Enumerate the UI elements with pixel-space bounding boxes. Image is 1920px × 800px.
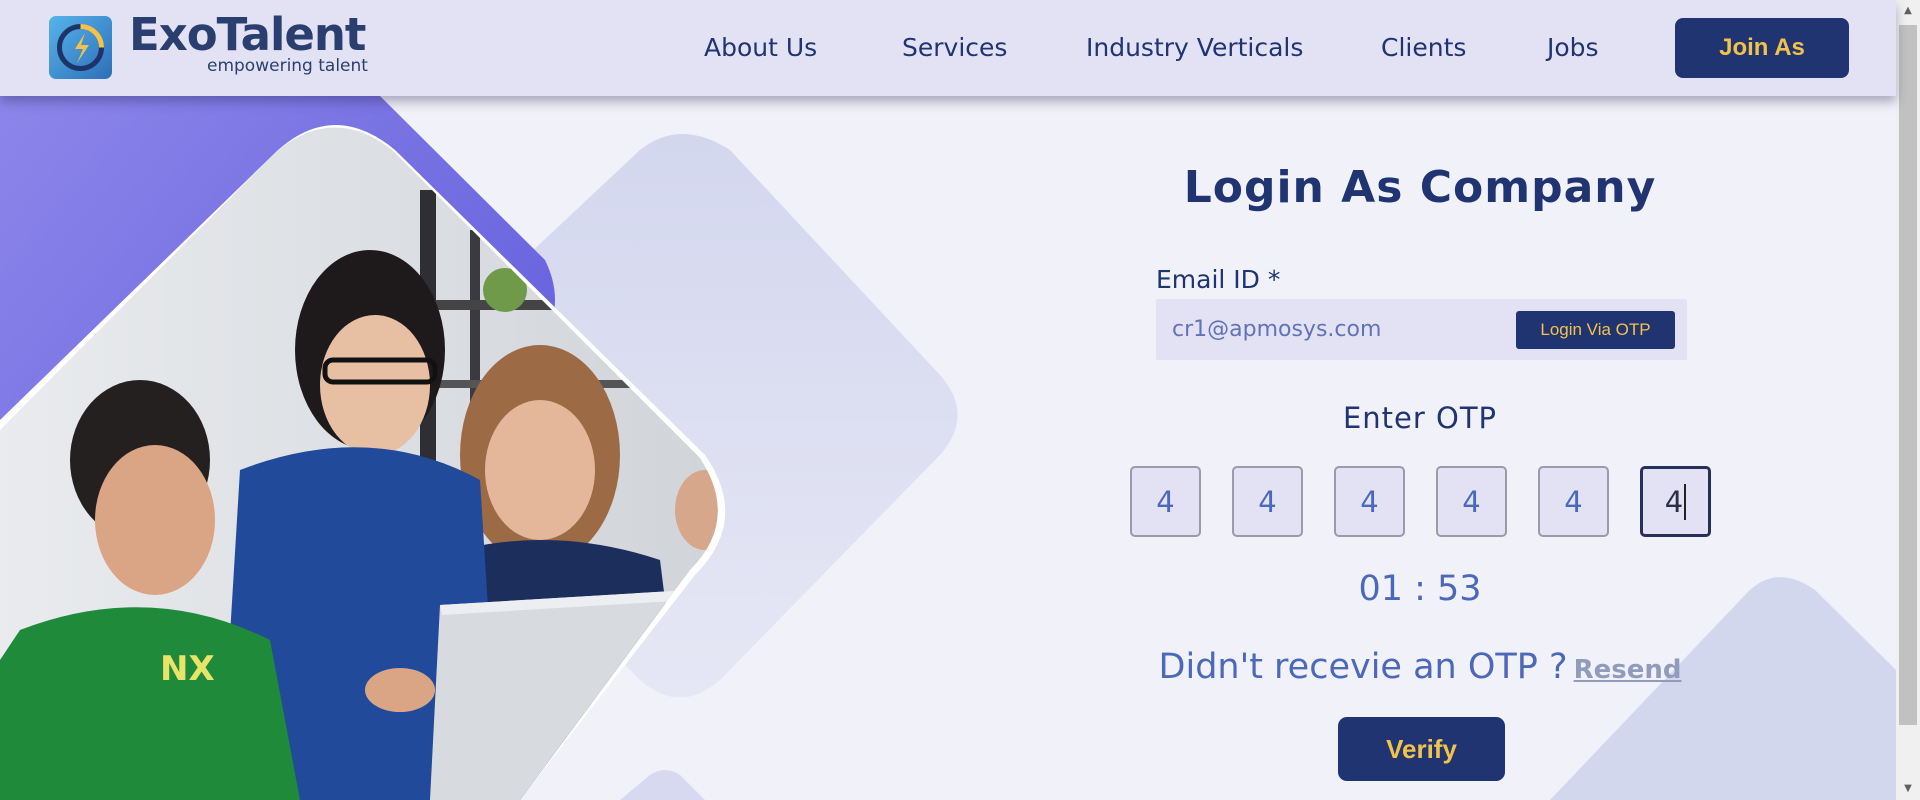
page-title: Login As Company [1183,162,1657,213]
text-caret [1684,483,1687,520]
brand-tagline: empowering talent [207,56,368,76]
site-header: ExoTalent empowering talent About Us Ser… [0,0,1896,96]
nav-services[interactable]: Services [902,35,1007,60]
verify-button[interactable]: Verify [1338,717,1505,781]
resend-link[interactable]: Resend [1574,655,1682,685]
nav-clients[interactable]: Clients [1381,35,1466,60]
hero-illustration: NX [0,0,1000,800]
login-via-otp-button[interactable]: Login Via OTP [1516,311,1675,349]
email-field-container: Login Via OTP [1156,299,1687,360]
brand-name[interactable]: ExoTalent [129,12,366,57]
otp-digit-3[interactable]: 4 [1334,466,1405,537]
background-shapes: NX [0,96,958,800]
nav-jobs[interactable]: Jobs [1547,35,1599,60]
resend-prompt: Didn't recevie an OTP ? Resend [1100,650,1740,685]
otp-digit-4[interactable]: 4 [1436,466,1507,537]
otp-digit-2[interactable]: 4 [1232,466,1303,537]
otp-digit-6-value: 4 [1664,484,1684,519]
scroll-down-icon[interactable]: ▼ [1899,780,1917,798]
otp-digit-6[interactable]: 4 [1640,466,1711,537]
otp-label: Enter OTP [1342,401,1498,435]
otp-timer: 01 : 53 [1358,569,1482,609]
email-field[interactable] [1172,299,1502,360]
join-as-button[interactable]: Join As [1675,18,1849,78]
email-label: Email ID * [1156,265,1281,294]
otp-digit-1[interactable]: 4 [1130,466,1201,537]
nav-industry-verticals[interactable]: Industry Verticals [1086,35,1303,60]
exotalent-logo-icon[interactable] [49,16,112,79]
scrollbar-thumb[interactable] [1899,25,1917,725]
otp-digit-5[interactable]: 4 [1538,466,1609,537]
scroll-up-icon[interactable]: ▲ [1899,2,1917,20]
svg-text:NX: NX [160,649,215,689]
didnt-receive-text: Didn't recevie an OTP ? [1158,647,1568,687]
nav-about-us[interactable]: About Us [704,35,817,60]
